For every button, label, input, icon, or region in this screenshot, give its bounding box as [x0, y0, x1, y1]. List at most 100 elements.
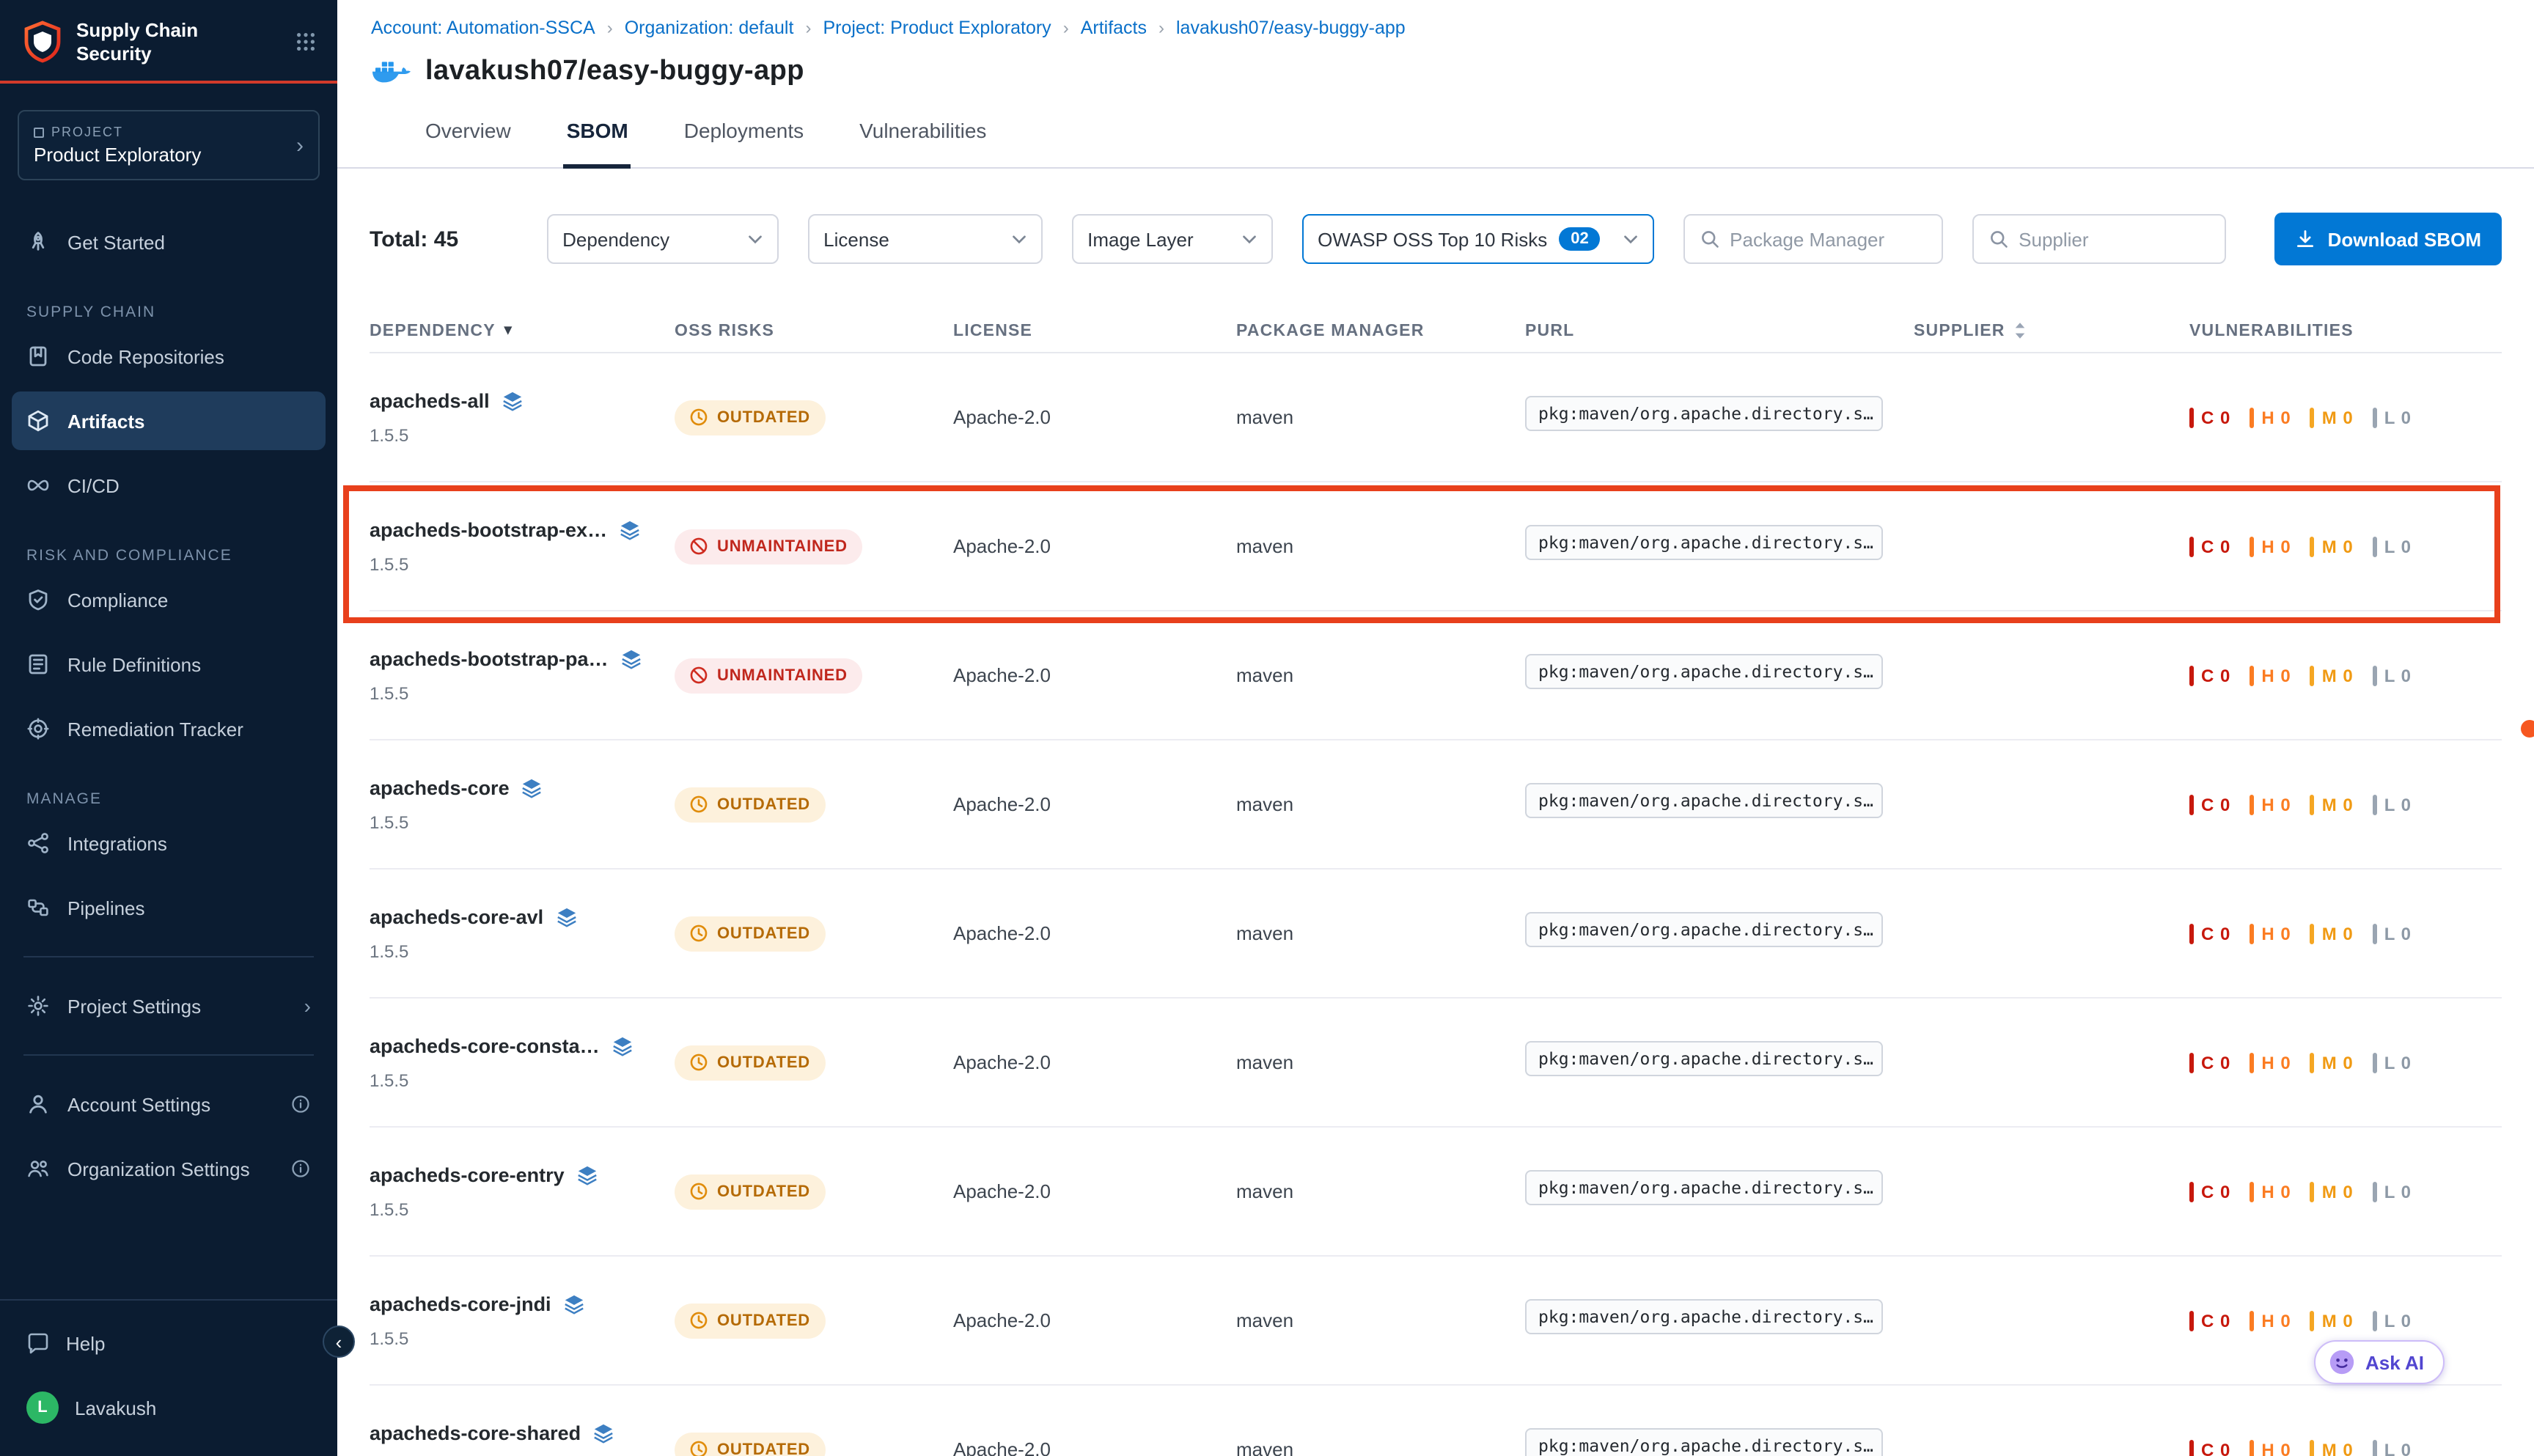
breadcrumb-organization[interactable]: Organization: default	[625, 18, 794, 38]
purl-chip[interactable]: pkg:maven/org.apache.directory.s…	[1525, 1299, 1883, 1334]
purl-chip[interactable]: pkg:maven/org.apache.directory.s…	[1525, 396, 1883, 431]
layers-icon	[592, 1422, 614, 1444]
compliance-icon	[26, 588, 50, 611]
help-button[interactable]: Help	[26, 1318, 311, 1368]
sidebar-collapse-handle[interactable]: ‹	[323, 1326, 355, 1358]
sidebar-item-label: Pipelines	[67, 897, 145, 919]
purl-chip[interactable]: pkg:maven/org.apache.directory.s…	[1525, 1428, 1883, 1456]
package-manager-value: maven	[1236, 406, 1525, 428]
breadcrumb-artifacts[interactable]: Artifacts	[1081, 18, 1147, 38]
license-value: Apache-2.0	[953, 793, 1236, 815]
sidebar-item-rule-definitions[interactable]: Rule Definitions	[12, 635, 326, 694]
remediation-tracker-icon	[26, 717, 50, 740]
low-count: L 0	[2373, 1181, 2412, 1202]
table-row-highlighted[interactable]: apacheds-bootstrap-ex… 1.5.5 UNMAINTAINE…	[370, 482, 2502, 611]
owasp-risks-filter-dropdown[interactable]: OWASP OSS Top 10 Risks 02	[1301, 214, 1653, 264]
tab-sbom[interactable]: SBOM	[564, 119, 631, 169]
table-row[interactable]: apacheds-core-avl 1.5.5 OUTDATED Apache-…	[370, 869, 2502, 999]
sidebar-item-code-repositories[interactable]: Code Repositories	[12, 327, 326, 386]
medium-count: M 0	[2310, 923, 2354, 944]
low-count: L 0	[2373, 407, 2412, 427]
download-sbom-button[interactable]: Download SBOM	[2275, 213, 2502, 265]
table-row[interactable]: apacheds-all 1.5.5 OUTDATED Apache-2.0 m…	[370, 353, 2502, 482]
sidebar-item-compliance[interactable]: Compliance	[12, 570, 326, 629]
high-count: H 0	[2250, 665, 2291, 685]
sidebar-item-integrations[interactable]: Integrations	[12, 814, 326, 872]
table-row[interactable]: apacheds-core 1.5.5 OUTDATED Apache-2.0 …	[370, 740, 2502, 869]
user-menu[interactable]: L Lavakush	[26, 1383, 311, 1433]
info-icon[interactable]	[290, 1094, 311, 1114]
sidebar-item-label: Compliance	[67, 589, 168, 611]
sidebar-item-get-started[interactable]: Get Started	[12, 213, 326, 271]
sidebar-item-remediation-tracker[interactable]: Remediation Tracker	[12, 699, 326, 758]
column-header-dependency[interactable]: DEPENDENCY▾	[370, 322, 675, 339]
tab-vulnerabilities[interactable]: Vulnerabilities	[856, 119, 989, 169]
dependency-version: 1.5.5	[370, 554, 675, 574]
download-icon	[2296, 229, 2316, 249]
dependency-name[interactable]: apacheds-core-consta…	[370, 1034, 600, 1056]
chevron-down-icon	[1623, 234, 1637, 244]
dependency-name[interactable]: apacheds-core	[370, 776, 510, 798]
column-header-supplier[interactable]: SUPPLIER	[1914, 321, 2189, 340]
breadcrumb-account[interactable]: Account: Automation-SSCA	[371, 18, 595, 38]
license-value: Apache-2.0	[953, 535, 1236, 557]
supplier-search-input[interactable]	[2019, 228, 2209, 250]
dependency-name[interactable]: apacheds-core-avl	[370, 905, 543, 927]
table-row[interactable]: apacheds-core-shared 1.5.5 OUTDATED Apac…	[370, 1386, 2502, 1456]
purl-chip[interactable]: pkg:maven/org.apache.directory.s…	[1525, 912, 1883, 947]
sidebar: Supply Chain Security PROJECT Product Ex…	[0, 0, 337, 1456]
table-row[interactable]: apacheds-core-entry 1.5.5 OUTDATED Apach…	[370, 1128, 2502, 1257]
image-layer-filter-dropdown[interactable]: Image Layer	[1071, 214, 1272, 264]
tab-deployments[interactable]: Deployments	[681, 119, 807, 169]
clock-icon	[689, 1053, 708, 1072]
dependency-version: 1.5.5	[370, 1199, 675, 1219]
sidebar-item-project-settings[interactable]: Project Settings ›	[12, 977, 326, 1035]
dependency-filter-dropdown[interactable]: Dependency	[546, 214, 778, 264]
dependency-version: 1.5.5	[370, 812, 675, 832]
sidebar-item-pipelines[interactable]: Pipelines	[12, 878, 326, 937]
medium-count: M 0	[2310, 1052, 2354, 1073]
purl-chip[interactable]: pkg:maven/org.apache.directory.s…	[1525, 783, 1883, 818]
vulnerability-counts: C 0 H 0 M 0 L 0	[2189, 1181, 2502, 1202]
sidebar-item-cicd[interactable]: CI/CD	[12, 456, 326, 515]
shield-logo-icon	[23, 20, 62, 64]
sidebar-item-label: Organization Settings	[67, 1158, 250, 1180]
low-count: L 0	[2373, 1310, 2412, 1331]
license-value: Apache-2.0	[953, 1438, 1236, 1456]
table-row[interactable]: apacheds-core-jndi 1.5.5 OUTDATED Apache…	[370, 1257, 2502, 1386]
dependency-name[interactable]: apacheds-bootstrap-pa…	[370, 647, 609, 669]
chevron-left-icon: ‹	[336, 1332, 342, 1351]
info-icon[interactable]	[290, 1158, 311, 1179]
critical-count: C 0	[2189, 1052, 2230, 1073]
ask-ai-button[interactable]: Ask AI	[2314, 1340, 2445, 1384]
purl-chip[interactable]: pkg:maven/org.apache.directory.s…	[1525, 654, 1883, 689]
medium-count: M 0	[2310, 536, 2354, 556]
module-grid-icon[interactable]	[295, 31, 317, 53]
package-manager-value: maven	[1236, 1438, 1525, 1456]
project-selector[interactable]: PROJECT Product Exploratory ›	[18, 110, 320, 180]
purl-chip[interactable]: pkg:maven/org.apache.directory.s…	[1525, 525, 1883, 560]
dependency-name[interactable]: apacheds-core-shared	[370, 1422, 581, 1444]
gear-icon	[26, 994, 50, 1018]
license-filter-dropdown[interactable]: License	[807, 214, 1042, 264]
table-row[interactable]: apacheds-bootstrap-pa… 1.5.5 UNMAINTAINE…	[370, 611, 2502, 740]
dependency-name[interactable]: apacheds-all	[370, 389, 490, 411]
tab-overview[interactable]: Overview	[422, 119, 514, 169]
table-row[interactable]: apacheds-core-consta… 1.5.5 OUTDATED Apa…	[370, 999, 2502, 1128]
sidebar-item-organization-settings[interactable]: Organization Settings	[12, 1139, 326, 1198]
breadcrumb-project[interactable]: Project: Product Exploratory	[823, 18, 1051, 38]
dependency-name[interactable]: apacheds-bootstrap-ex…	[370, 518, 607, 540]
dependency-name[interactable]: apacheds-core-entry	[370, 1163, 565, 1185]
purl-chip[interactable]: pkg:maven/org.apache.directory.s…	[1525, 1170, 1883, 1205]
license-value: Apache-2.0	[953, 664, 1236, 686]
low-count: L 0	[2373, 923, 2412, 944]
medium-count: M 0	[2310, 794, 2354, 815]
rule-definitions-icon	[26, 652, 50, 676]
sidebar-item-artifacts[interactable]: Artifacts	[12, 391, 326, 450]
package-manager-search-input[interactable]	[1730, 228, 1926, 250]
sidebar-item-account-settings[interactable]: Account Settings	[12, 1075, 326, 1133]
purl-chip[interactable]: pkg:maven/org.apache.directory.s…	[1525, 1041, 1883, 1076]
critical-count: C 0	[2189, 665, 2230, 685]
high-count: H 0	[2250, 1181, 2291, 1202]
dependency-name[interactable]: apacheds-core-jndi	[370, 1293, 551, 1315]
